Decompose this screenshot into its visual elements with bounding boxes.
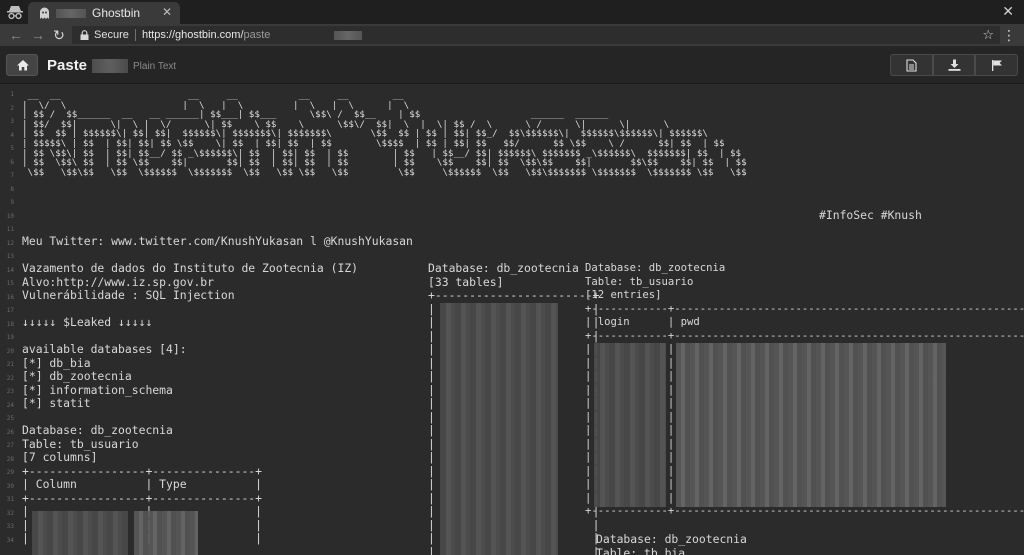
- line-number: 8: [10, 185, 14, 193]
- databases-list: available databases [4]: [*] db_bia [*] …: [22, 342, 187, 410]
- lock-icon: [80, 30, 89, 40]
- line-number: 7: [10, 172, 14, 179]
- line-number: 21: [6, 361, 14, 368]
- line-number: 18: [6, 320, 14, 328]
- home-icon: [17, 60, 29, 71]
- redacted-table-names: [440, 303, 558, 555]
- document-icon: [906, 58, 917, 72]
- bookmark-star-icon[interactable]: ☆: [982, 27, 994, 43]
- tab-title-redaction: [56, 9, 86, 18]
- page-title: Paste: [47, 57, 88, 74]
- line-number-gutter: 1 2 3 4 5 6 7 8 9 10 11 12 13 14 15 16 17 18 19 20 21 22 23 24 2…: [0, 85, 14, 555]
- line-number: 25: [6, 415, 14, 422]
- line-number: 3: [10, 118, 14, 125]
- redacted-logins: [594, 343, 666, 507]
- back-arrow-icon[interactable]: ←: [8, 27, 24, 43]
- paste-actions: [890, 54, 1019, 76]
- line-number: 23: [6, 388, 14, 395]
- address-bar[interactable]: Secure https://ghostbin.com/paste ☆: [72, 26, 1000, 44]
- forward-arrow-icon[interactable]: →: [30, 27, 46, 43]
- line-number: 9: [10, 199, 14, 206]
- line-number: 32: [6, 509, 14, 517]
- browser-tabstrip: Ghostbin ✕ ✕: [0, 0, 1024, 24]
- line-number: 2: [10, 104, 14, 112]
- line-number: 16: [6, 293, 14, 301]
- raw-button[interactable]: [890, 54, 933, 76]
- paste-content: 1 2 3 4 5 6 7 8 9 10 11 12 13 14 15 16 17 18 19 20 21 22 23 24 2…: [0, 85, 1024, 555]
- line-number: 10: [6, 212, 14, 220]
- line-number: 31: [6, 496, 14, 503]
- line-number: 12: [6, 239, 14, 247]
- browser-menu-icon[interactable]: ⋮: [1002, 26, 1016, 44]
- url-path: paste: [243, 29, 271, 41]
- paste-language: Plain Text: [133, 61, 177, 72]
- line-number: 14: [6, 266, 14, 274]
- url-text[interactable]: https://ghostbin.com/paste: [142, 28, 270, 42]
- incognito-icon: [7, 6, 23, 20]
- tab-close-icon[interactable]: ✕: [162, 5, 172, 19]
- line-number: 6: [10, 158, 14, 166]
- url-redaction: [334, 31, 362, 40]
- tab-title: Ghostbin: [92, 6, 141, 20]
- download-button[interactable]: [932, 54, 976, 76]
- intro-text: Vazamento de dados do Instituto de Zoote…: [22, 261, 359, 302]
- url-origin: https://ghostbin.com/: [142, 29, 244, 41]
- redacted-column-names: [32, 511, 128, 555]
- line-number: 22: [6, 374, 14, 382]
- security-label: Secure: [94, 29, 129, 41]
- line-number: 20: [6, 347, 14, 355]
- line-number: 13: [6, 253, 14, 260]
- report-button[interactable]: [975, 54, 1019, 76]
- ascii-banner: __ __ __ __ __ __ __ | \/ \ | \ | \ | \ …: [22, 90, 747, 178]
- hashtags: #InfoSec #Knush: [819, 208, 922, 222]
- leaked-marker: ↓↓↓↓↓ $Leaked ↓↓↓↓↓: [22, 315, 153, 329]
- download-icon: [948, 59, 960, 71]
- home-button[interactable]: [6, 54, 38, 76]
- line-number: 30: [6, 482, 14, 490]
- line-number: 5: [10, 145, 14, 152]
- line-number: 17: [6, 307, 14, 314]
- line-number: 27: [6, 442, 14, 449]
- line-number: 26: [6, 428, 14, 436]
- redacted-column-types: [134, 511, 198, 555]
- line-number: 33: [6, 523, 14, 530]
- address-separator: [135, 29, 136, 41]
- redacted-password-hashes: [676, 343, 946, 507]
- line-number: 28: [6, 455, 14, 463]
- browser-toolbar: ← → ↻ Secure https://ghostbin.com/paste …: [0, 24, 1024, 46]
- line-number: 34: [6, 536, 14, 544]
- flag-icon: [991, 60, 1002, 71]
- line-number: 11: [6, 226, 14, 233]
- paste-header: Paste Plain Text: [0, 46, 1024, 84]
- next-database-block: Database: db_zootecnia Table: tb_bia: [596, 532, 747, 555]
- window-close-icon[interactable]: ✕: [1002, 2, 1014, 20]
- line-number: 1: [10, 91, 14, 98]
- browser-tab[interactable]: Ghostbin ✕: [28, 2, 180, 24]
- ghost-favicon-icon: [40, 7, 49, 19]
- line-number: 19: [6, 334, 14, 341]
- line-number: 4: [10, 131, 14, 139]
- line-number: 15: [6, 280, 14, 287]
- reload-icon[interactable]: ↻: [51, 27, 67, 43]
- line-number: 29: [6, 469, 14, 476]
- twitter-line: Meu Twitter: www.twitter.com/KnushYukasa…: [22, 234, 413, 248]
- paste-id-redaction: [92, 59, 128, 73]
- line-number: 24: [6, 401, 14, 409]
